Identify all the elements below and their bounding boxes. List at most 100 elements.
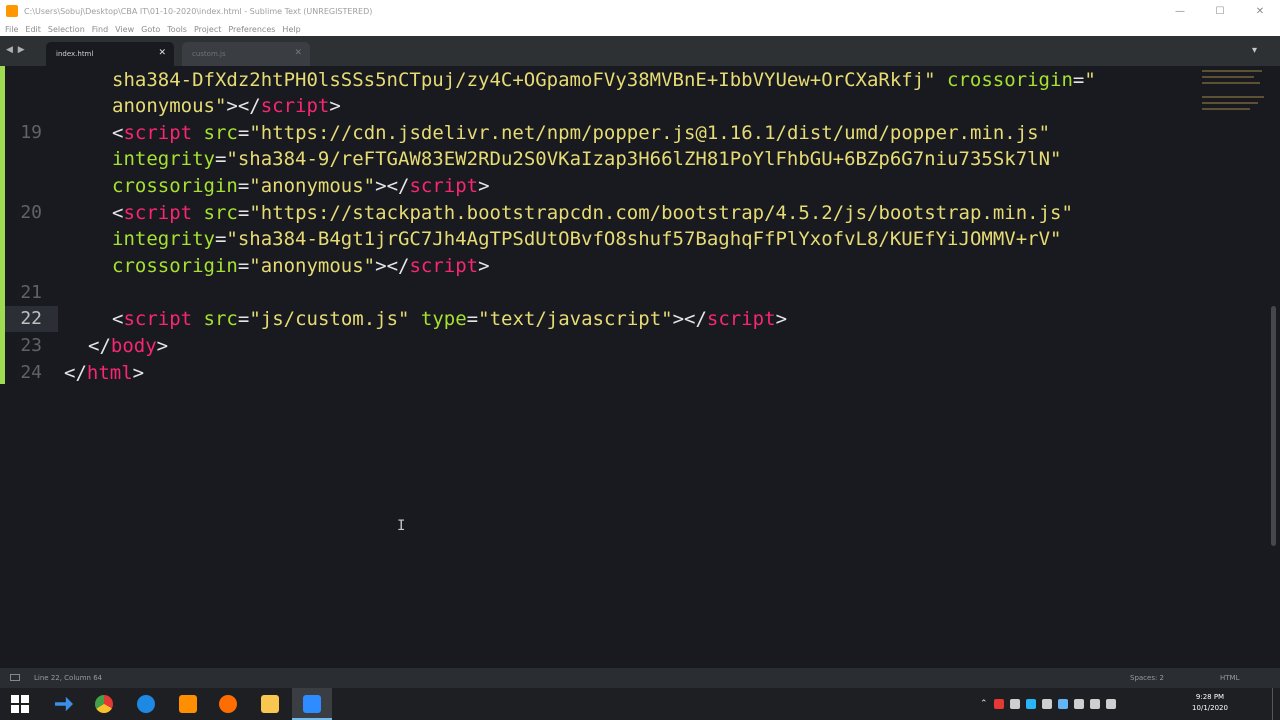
code-line[interactable]: sha384-DfXdz2htPH0lsSSs5nCTpuj/zy4C+OGpa…	[112, 67, 1096, 93]
code-token: ></	[375, 255, 410, 277]
code-token: crossorigin	[935, 69, 1073, 91]
line-number: 23	[20, 335, 42, 356]
tab-overflow-icon[interactable]: ▾	[1252, 45, 1257, 56]
code-line[interactable]: </html>	[64, 360, 144, 386]
tab-close-icon[interactable]: ✕	[158, 48, 166, 58]
chrome-icon	[95, 695, 113, 713]
modified-lines-gutter-marker	[0, 66, 5, 384]
code-token: crossorigin	[112, 255, 238, 277]
menu-preferences[interactable]: Preferences	[228, 25, 275, 34]
clock-date: 10/1/2020	[1192, 704, 1228, 712]
tray-app-icon[interactable]	[993, 699, 1004, 709]
minimap-line	[1202, 70, 1262, 72]
minimap-line	[1202, 76, 1254, 78]
code-token: "sha384-9/reFTGAW83EW2RDu2S0VKaIzap3H66l…	[226, 148, 1062, 170]
code-line[interactable]: <script src="https://stackpath.bootstrap…	[112, 200, 1073, 226]
taskbar-app-arrow[interactable]	[44, 688, 84, 720]
network-icon[interactable]	[1073, 699, 1084, 709]
code-token: "https://cdn.jsdelivr.net/npm/popper.js@…	[249, 122, 1051, 144]
taskbar-chrome[interactable]	[84, 688, 124, 720]
zoom-icon	[303, 695, 321, 713]
taskbar-clock[interactable]: 9:28 PM 10/1/2020	[1180, 692, 1240, 714]
menu-project[interactable]: Project	[194, 25, 221, 34]
code-token: >	[478, 255, 490, 277]
menu-view[interactable]: View	[115, 25, 134, 34]
taskbar-firefox[interactable]	[208, 688, 248, 720]
code-token: "	[1084, 69, 1096, 91]
taskbar-edge[interactable]	[126, 688, 166, 720]
menu-selection[interactable]: Selection	[48, 25, 85, 34]
menu-tools[interactable]: Tools	[167, 25, 187, 34]
code-token: src	[192, 122, 238, 144]
code-token: "js/custom.js"	[249, 308, 410, 330]
code-line[interactable]: <script src="https://cdn.jsdelivr.net/np…	[112, 120, 1050, 146]
tab-label: custom.js	[192, 50, 226, 58]
show-desktop-button[interactable]	[1272, 688, 1280, 720]
code-token: src	[192, 308, 238, 330]
code-token: >	[329, 95, 341, 117]
code-token: ></	[226, 95, 261, 117]
tab-close-icon[interactable]: ✕	[294, 48, 302, 58]
code-token: </	[88, 335, 111, 357]
tray-app-icon[interactable]	[1025, 699, 1036, 709]
code-editor[interactable]: 19 20 21 22 23 24 sha384-DfXdz2htPH0lsSS…	[0, 66, 1280, 668]
code-token: =	[214, 228, 227, 250]
code-token: sha384-DfXdz2htPH0lsSSs5nCTpuj/zy4C+OGpa…	[112, 69, 936, 91]
minimap[interactable]	[1198, 66, 1264, 126]
code-line[interactable]: </body>	[88, 333, 168, 359]
start-button[interactable]	[0, 688, 40, 720]
code-token: <	[112, 202, 124, 224]
syntax-selector[interactable]: HTML	[1220, 674, 1239, 682]
code-token: "anonymous"	[249, 255, 376, 277]
language-icon[interactable]	[1105, 699, 1116, 709]
tab-custom-js[interactable]: custom.js ✕	[182, 42, 310, 66]
code-token: >	[156, 335, 169, 357]
folder-icon	[261, 695, 279, 713]
volume-icon[interactable]	[1089, 699, 1100, 709]
menu-file[interactable]: File	[5, 25, 18, 34]
tab-nav-arrows-icon[interactable]: ◀ ▶	[6, 45, 26, 55]
code-line[interactable]: crossorigin="anonymous"></script>	[112, 173, 490, 199]
maximize-button[interactable]: ☐	[1200, 0, 1240, 22]
panel-toggle-icon[interactable]	[10, 674, 20, 681]
code-line[interactable]: integrity="sha384-9/reFTGAW83EW2RDu2S0VK…	[112, 146, 1061, 172]
tray-app-icon[interactable]	[1057, 699, 1068, 709]
code-line[interactable]: integrity="sha384-B4gt1jrGC7Jh4AgTPSdUtO…	[112, 226, 1061, 252]
cursor-position: Line 22, Column 64	[34, 674, 103, 682]
menu-edit[interactable]: Edit	[25, 25, 41, 34]
taskbar-zoom[interactable]	[292, 688, 332, 720]
tab-index-html[interactable]: index.html ✕	[46, 42, 174, 66]
line-number: 19	[20, 122, 42, 143]
minimap-line	[1202, 96, 1264, 98]
vertical-scrollbar[interactable]	[1271, 306, 1276, 546]
line-number: 24	[20, 362, 42, 383]
menu-help[interactable]: Help	[282, 25, 300, 34]
sublime-text-icon	[179, 695, 197, 713]
window-title: C:\Users\Sobuj\Desktop\CBA IT\01-10-2020…	[24, 6, 373, 16]
code-token: "https://stackpath.bootstrapcdn.com/boot…	[249, 202, 1073, 224]
menu-find[interactable]: Find	[92, 25, 108, 34]
code-token: =	[237, 308, 250, 330]
code-token: "sha384-B4gt1jrGC7Jh4AgTPSdUtOBvfO8shuf5…	[226, 228, 1062, 250]
tab-label: index.html	[56, 50, 94, 58]
tray-expand-icon[interactable]: ⌃	[980, 699, 988, 709]
taskbar-file-explorer[interactable]	[250, 688, 290, 720]
code-token: </	[64, 362, 87, 384]
code-token: >	[132, 362, 145, 384]
taskbar-sublime-text[interactable]	[168, 688, 208, 720]
code-line-current[interactable]: <script src="js/custom.js" type="text/ja…	[112, 306, 787, 332]
code-line[interactable]: anonymous"></script>	[112, 93, 341, 119]
code-line[interactable]: crossorigin="anonymous"></script>	[112, 253, 490, 279]
code-token: script	[123, 308, 193, 330]
indentation-setting[interactable]: Spaces: 2	[1130, 674, 1164, 682]
close-window-button[interactable]: ✕	[1240, 0, 1280, 22]
code-token: script	[260, 95, 330, 117]
firefox-icon	[219, 695, 237, 713]
minimap-line	[1202, 82, 1260, 84]
status-bar: Line 22, Column 64 Spaces: 2 HTML	[0, 668, 1280, 688]
minimize-button[interactable]: —	[1160, 0, 1200, 22]
menu-goto[interactable]: Goto	[141, 25, 160, 34]
tray-app-icon[interactable]	[1041, 699, 1052, 709]
tray-app-icon[interactable]	[1009, 699, 1020, 709]
code-token: html	[86, 362, 133, 384]
